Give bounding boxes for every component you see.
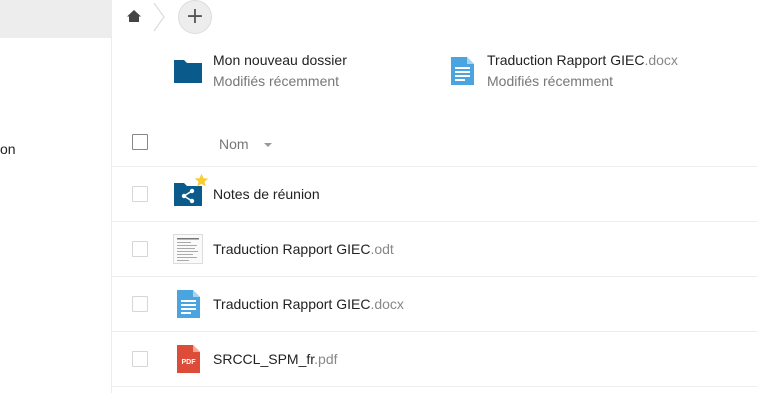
recent-item[interactable]: Mon nouveau dossier Modifiés récemment bbox=[173, 50, 413, 94]
recent-item-subtitle: Modifiés récemment bbox=[213, 73, 340, 89]
sidebar-item-label[interactable]: on bbox=[0, 141, 16, 157]
file-name[interactable]: Notes de réunion bbox=[213, 186, 320, 202]
breadcrumb-separator-icon bbox=[153, 2, 165, 32]
column-name-header[interactable]: Nom bbox=[219, 136, 249, 152]
file-row[interactable]: Traduction Rapport GIEC.docx bbox=[112, 277, 757, 332]
breadcrumb: + bbox=[112, 0, 757, 34]
recent-item-name: Traduction Rapport GIEC.docx bbox=[487, 52, 678, 68]
file-name[interactable]: Traduction Rapport GIEC.docx bbox=[213, 296, 404, 312]
recent-item-name: Mon nouveau dossier bbox=[213, 52, 347, 68]
file-name[interactable]: SRCCL_SPM_fr.pdf bbox=[213, 351, 338, 367]
select-all-checkbox[interactable] bbox=[132, 134, 148, 150]
odt-thumbnail-icon bbox=[173, 234, 203, 264]
pdf-icon: PDF bbox=[177, 345, 200, 373]
file-row[interactable]: Traduction Rapport GIEC.odt bbox=[112, 222, 757, 277]
file-row[interactable]: PDF SRCCL_SPM_fr.pdf bbox=[112, 332, 757, 387]
recent-item[interactable]: Traduction Rapport GIEC.docx Modifiés ré… bbox=[447, 50, 747, 94]
document-icon bbox=[451, 57, 474, 85]
row-checkbox[interactable] bbox=[132, 186, 148, 202]
document-icon bbox=[177, 290, 200, 318]
file-row[interactable]: Notes de réunion bbox=[112, 167, 757, 222]
add-button[interactable]: + bbox=[178, 0, 212, 34]
home-icon[interactable] bbox=[126, 8, 142, 24]
folder-icon bbox=[174, 60, 202, 83]
sidebar-active-item[interactable] bbox=[0, 0, 111, 38]
recent-item-subtitle: Modifiés récemment bbox=[487, 73, 614, 89]
row-checkbox[interactable] bbox=[132, 351, 148, 367]
files-main: + Mon nouveau dossier Modifiés récemment… bbox=[112, 0, 757, 393]
sort-descending-icon[interactable] bbox=[264, 143, 272, 147]
favorite-star-icon bbox=[194, 173, 209, 187]
file-list-header: Nom bbox=[112, 122, 757, 167]
pdf-icon-label: PDF bbox=[182, 359, 197, 366]
row-checkbox[interactable] bbox=[132, 296, 148, 312]
row-checkbox[interactable] bbox=[132, 241, 148, 257]
file-name[interactable]: Traduction Rapport GIEC.odt bbox=[213, 241, 394, 257]
sidebar: on bbox=[0, 0, 112, 393]
